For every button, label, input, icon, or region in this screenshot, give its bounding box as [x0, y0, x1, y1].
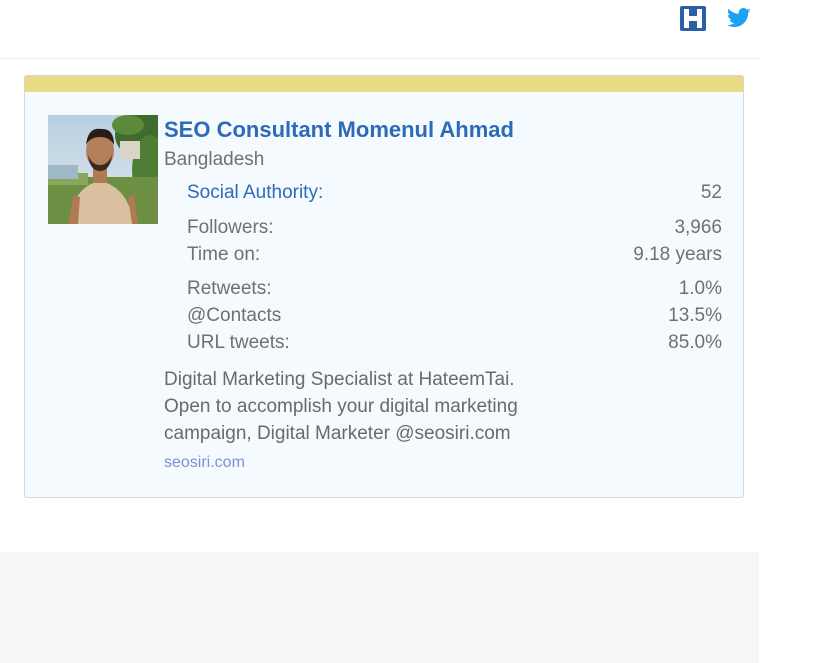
- bottom-panel: [0, 552, 759, 663]
- stat-social-authority: Social Authority: 52: [187, 182, 722, 204]
- stat-followers: Followers: 3,966: [187, 217, 722, 239]
- stat-label: Time on:: [187, 244, 261, 265]
- avatar[interactable]: [48, 115, 158, 224]
- bio-line: Open to accomplish your digital marketin…: [164, 396, 518, 417]
- card-top-stripe: [25, 76, 743, 92]
- stat-label[interactable]: Social Authority:: [187, 182, 323, 204]
- stat-label: URL tweets:: [187, 332, 290, 353]
- stat-label: Followers:: [187, 217, 274, 238]
- stat-url-tweets: URL tweets: 85.0%: [187, 332, 722, 354]
- stat-contacts: @Contacts 13.5%: [187, 305, 722, 327]
- profile-location: Bangladesh: [164, 149, 265, 170]
- stat-value: 13.5%: [668, 305, 722, 326]
- profile-website-link[interactable]: seosiri.com: [164, 454, 245, 472]
- stat-value: 3,966: [674, 217, 722, 238]
- profile-bio: Digital Marketing Specialist at HateemTa…: [164, 366, 584, 447]
- profile-card: SEO Consultant Momenul Ahmad Bangladesh …: [24, 75, 744, 498]
- stat-label: Retweets:: [187, 278, 272, 299]
- stat-value: 85.0%: [668, 332, 722, 353]
- stat-value: 9.18 years: [633, 244, 722, 265]
- stat-time-on: Time on: 9.18 years: [187, 244, 722, 266]
- hateem-h-icon[interactable]: [680, 6, 706, 31]
- stat-value: 52: [700, 182, 722, 203]
- page: SEO Consultant Momenul Ahmad Bangladesh …: [0, 0, 819, 663]
- bio-line: Digital Marketing Specialist at HateemTa…: [164, 369, 515, 390]
- profile-name[interactable]: SEO Consultant Momenul Ahmad: [164, 117, 514, 143]
- bio-line: campaign, Digital Marketer @seosiri.com: [164, 423, 511, 444]
- twitter-bird-icon[interactable]: [726, 7, 752, 29]
- stat-label: @Contacts: [187, 305, 282, 326]
- stat-retweets: Retweets: 1.0%: [187, 278, 722, 300]
- top-bar: [0, 0, 759, 59]
- stat-value: 1.0%: [678, 278, 722, 299]
